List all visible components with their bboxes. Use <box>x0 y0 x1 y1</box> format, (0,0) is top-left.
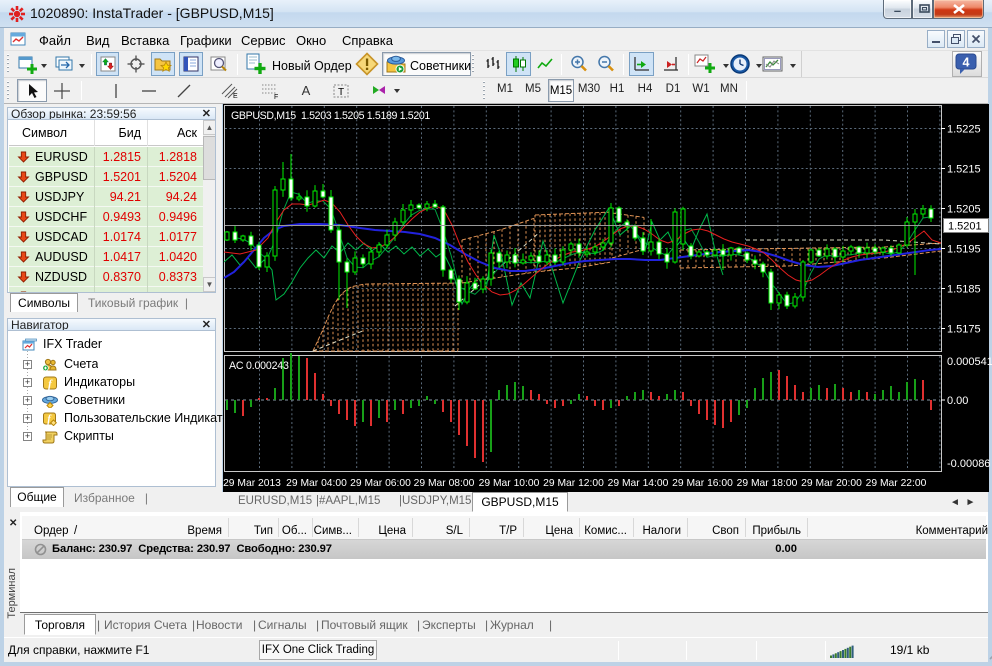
svg-text:0.000541: 0.000541 <box>947 356 992 368</box>
svg-text:1.5175: 1.5175 <box>947 324 981 336</box>
svg-text:29 Mar 08:00: 29 Mar 08:00 <box>414 478 475 489</box>
svg-text:1.5201: 1.5201 <box>948 221 982 233</box>
svg-text:-0.00086: -0.00086 <box>947 458 990 470</box>
svg-text:29 Mar 16:00: 29 Mar 16:00 <box>672 478 733 489</box>
svg-text:1.5185: 1.5185 <box>947 284 981 296</box>
svg-text:29 Mar 14:00: 29 Mar 14:00 <box>608 478 669 489</box>
svg-text:AC 0.000243: AC 0.000243 <box>229 360 289 372</box>
svg-text:29 Mar 22:00: 29 Mar 22:00 <box>866 478 927 489</box>
svg-text:29 Mar 20:00: 29 Mar 20:00 <box>801 478 862 489</box>
svg-text:0.00: 0.00 <box>947 395 968 407</box>
svg-text:29 Mar 04:00: 29 Mar 04:00 <box>286 478 347 489</box>
svg-text:1.5215: 1.5215 <box>947 164 981 176</box>
svg-text:29 Mar 18:00: 29 Mar 18:00 <box>737 478 798 489</box>
svg-text:29 Mar 12:00: 29 Mar 12:00 <box>543 478 604 489</box>
svg-text:29 Mar 10:00: 29 Mar 10:00 <box>479 478 540 489</box>
svg-text:1.5205: 1.5205 <box>947 204 981 216</box>
svg-text:1.5195: 1.5195 <box>947 244 981 256</box>
svg-text:29 Mar 06:00: 29 Mar 06:00 <box>350 478 411 489</box>
svg-text:29 Mar 2013: 29 Mar 2013 <box>223 478 281 489</box>
svg-text:GBPUSD,M15 1.5203 1.5205 1.51: GBPUSD,M15 1.5203 1.5205 1.5189 1.5201 <box>231 110 430 122</box>
svg-text:1.5225: 1.5225 <box>947 124 981 136</box>
